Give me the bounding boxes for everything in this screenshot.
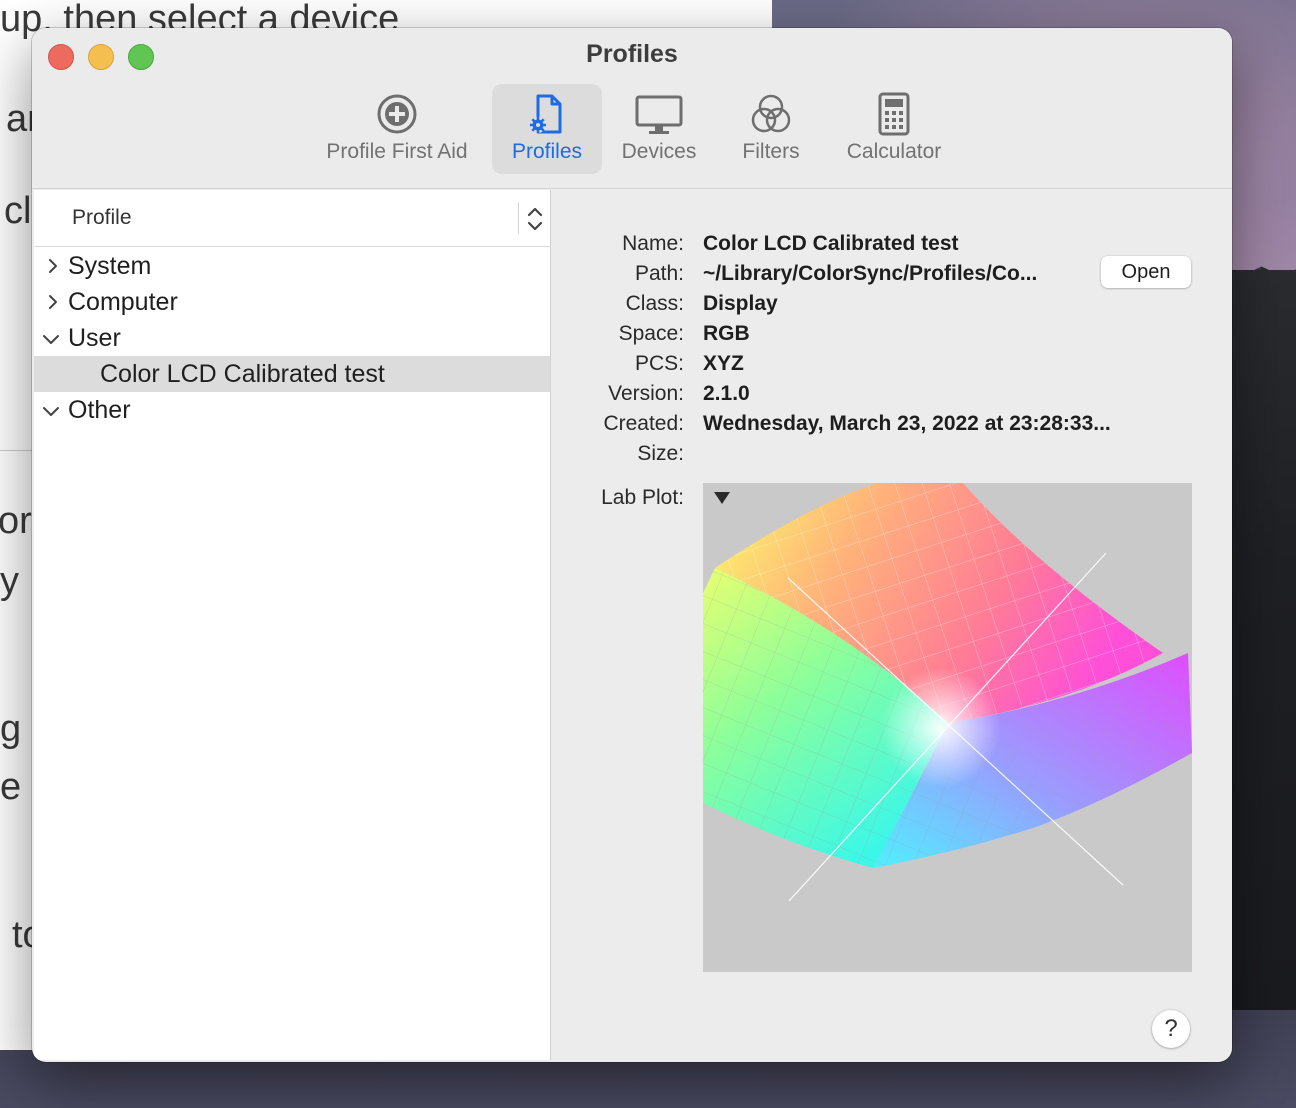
tree-row-label: System xyxy=(68,252,152,280)
background-text: y xyxy=(0,560,19,602)
first-aid-icon xyxy=(377,94,417,134)
column-separator xyxy=(518,202,519,234)
calculator-icon xyxy=(878,92,910,136)
lab-plot-label: Lab Plot: xyxy=(601,486,684,509)
toolbar-profile-first-aid[interactable]: Profile First Aid xyxy=(314,84,480,174)
chevron-down-icon[interactable] xyxy=(42,332,60,346)
name-value: Color LCD Calibrated test xyxy=(703,232,959,255)
path-value: ~/Library/ColorSync/Profiles/Co... xyxy=(703,262,1038,285)
chevron-right-icon[interactable] xyxy=(46,258,60,274)
class-value: Display xyxy=(703,292,778,315)
space-label: Space: xyxy=(618,322,684,345)
toolbar-label: Filters xyxy=(742,140,800,163)
toolbar-label: Calculator xyxy=(846,140,942,163)
toolbar-profiles[interactable]: Profiles xyxy=(492,84,602,174)
tree-row-label: Other xyxy=(68,396,131,424)
tree-row-label: User xyxy=(68,324,121,352)
background-text: g xyxy=(0,708,22,750)
lab-plot[interactable] xyxy=(703,483,1192,972)
background-text: e xyxy=(0,766,22,808)
tree-row-label: Color LCD Calibrated test xyxy=(100,360,385,388)
profile-column-header[interactable]: Profile xyxy=(34,190,550,247)
colorsync-window: Profiles Profile First Aid Profiles Devi… xyxy=(32,28,1232,1062)
tree-row-user[interactable]: User xyxy=(34,320,550,356)
toolbar-calculator[interactable]: Calculator xyxy=(832,84,956,174)
tree-row-computer[interactable]: Computer xyxy=(34,284,550,320)
background-text: cl xyxy=(4,190,32,232)
created-label: Created: xyxy=(603,412,684,435)
open-button[interactable]: Open xyxy=(1101,256,1191,288)
size-label: Size: xyxy=(637,442,684,465)
toolbar-label: Profiles xyxy=(511,140,583,163)
version-label: Version: xyxy=(608,382,684,405)
class-label: Class: xyxy=(625,292,684,315)
window-title: Profiles xyxy=(586,40,678,68)
pcs-value: XYZ xyxy=(703,352,744,375)
name-label: Name: xyxy=(622,232,684,255)
space-value: RGB xyxy=(703,322,750,345)
tree-row-other[interactable]: Other xyxy=(34,392,550,428)
filters-icon xyxy=(751,94,791,133)
toolbar-devices[interactable]: Devices xyxy=(610,84,708,174)
help-button[interactable]: ? xyxy=(1152,1010,1190,1048)
sort-arrows-icon[interactable] xyxy=(526,206,544,232)
chevron-down-icon[interactable] xyxy=(42,404,60,418)
tree-row-color-lcd-calibrated-test[interactable]: Color LCD Calibrated test xyxy=(34,356,550,392)
chevron-right-icon[interactable] xyxy=(46,294,60,310)
tree-row-system[interactable]: System xyxy=(34,248,550,284)
pcs-label: PCS: xyxy=(634,352,684,375)
column-header-label: Profile xyxy=(72,206,132,229)
display-icon xyxy=(635,95,683,134)
toolbar-label: Devices xyxy=(621,140,697,163)
tree-row-label: Computer xyxy=(68,288,178,316)
profile-outline[interactable]: Profile System Computer User Color LCD C… xyxy=(34,190,551,1060)
profile-details: Name: Color LCD Calibrated test Path: ~/… xyxy=(552,190,1232,1062)
toolbar-area: Profiles Profile First Aid Profiles Devi… xyxy=(32,28,1232,189)
version-value: 2.1.0 xyxy=(703,382,750,405)
toolbar-label: Profile First Aid xyxy=(326,140,468,163)
profile-document-icon xyxy=(530,94,562,134)
created-value: Wednesday, March 23, 2022 at 23:28:33... xyxy=(703,412,1111,435)
lab-gamut-plot[interactable] xyxy=(703,483,1192,972)
disclosure-triangle-icon[interactable] xyxy=(713,491,731,505)
path-label: Path: xyxy=(634,262,684,285)
toolbar-filters[interactable]: Filters xyxy=(724,84,818,174)
